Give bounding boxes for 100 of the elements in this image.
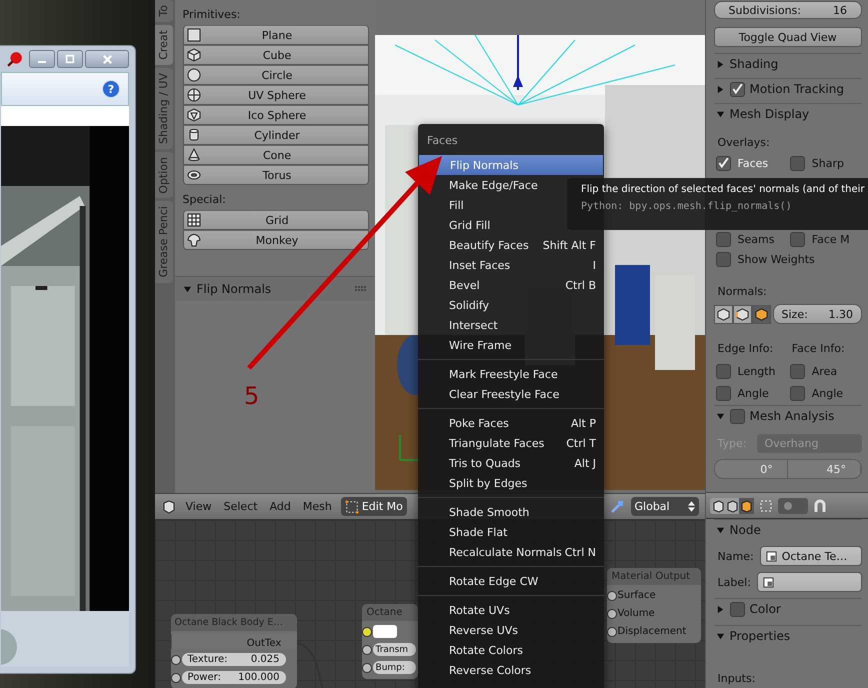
add-primitive-button[interactable]: Cube <box>182 45 369 65</box>
mode-dropdown[interactable]: Edit Mo <box>340 497 407 516</box>
color-swatch[interactable] <box>372 625 397 638</box>
add-primitive-button[interactable]: Cone <box>182 145 369 165</box>
up-down-icon <box>688 501 695 512</box>
occlude-geometry-icon[interactable] <box>758 498 774 514</box>
socket[interactable] <box>362 644 372 654</box>
panel-header[interactable]: Node <box>714 519 862 540</box>
menu-item[interactable]: Rotate Colors <box>418 640 604 660</box>
operator-panel-header[interactable]: Flip Normals <box>174 277 375 301</box>
menu-item[interactable]: Shade Smooth <box>418 502 604 522</box>
panel-header[interactable]: Color <box>714 598 862 619</box>
overlays-label: Overlays: <box>716 135 771 151</box>
checkbox[interactable] <box>716 364 731 378</box>
annotation-number: 5 <box>244 382 260 410</box>
header-menu[interactable]: View <box>182 500 215 513</box>
editor-type-icon[interactable] <box>160 498 177 514</box>
checkbox[interactable] <box>790 386 805 400</box>
menu-item[interactable]: Rotate UVs <box>418 600 604 620</box>
size-field[interactable]: Size: 1.30 <box>772 304 862 324</box>
menu-item[interactable]: Intersect <box>418 315 604 335</box>
add-primitive-button[interactable]: Grid <box>182 210 369 230</box>
menu-item[interactable]: Poke Faces Alt P <box>418 413 604 433</box>
header-menu[interactable]: Select <box>220 500 261 513</box>
help-icon[interactable]: ? <box>102 80 120 98</box>
checkbox[interactable] <box>716 232 731 246</box>
menu-item[interactable]: Beautify Faces Shift Alt F <box>418 235 604 255</box>
panel-header[interactable]: Mesh Display <box>714 103 862 124</box>
header-menu[interactable]: Mesh <box>300 500 335 513</box>
normal-toggle-button[interactable] <box>714 304 733 324</box>
checkbox[interactable] <box>790 364 805 378</box>
add-primitive-button[interactable]: Circle <box>182 65 369 85</box>
add-primitive-button[interactable]: Plane <box>182 25 369 45</box>
checkbox[interactable] <box>716 252 731 266</box>
section-label: Primitives: <box>182 7 242 23</box>
menu-item[interactable]: Solidify <box>418 295 604 315</box>
menu-item[interactable]: Bevel Ctrl B <box>418 275 604 295</box>
menu-item[interactable]: Shade Flat <box>418 522 604 542</box>
socket[interactable] <box>362 626 372 636</box>
minimize-button[interactable] <box>29 50 55 68</box>
orientation-dropdown[interactable]: Global <box>630 497 699 516</box>
socket[interactable] <box>170 654 181 664</box>
checkbox[interactable] <box>790 232 805 246</box>
add-primitive-button[interactable]: Cylinder <box>182 125 369 145</box>
menu-item[interactable]: Flip Normals <box>419 155 603 175</box>
panel-header[interactable]: Shading <box>714 53 862 74</box>
menu-item[interactable]: Reverse Colors <box>418 660 604 680</box>
menu-item[interactable]: Split by Edges <box>418 473 604 493</box>
name-field[interactable]: Octane Te… <box>760 546 862 566</box>
socket[interactable] <box>606 626 617 636</box>
node[interactable]: Octane Black Body E… OutTex Texture: 0.025 Power: 100.000 <box>170 614 297 688</box>
label-field[interactable] <box>756 572 862 592</box>
add-primitive-button[interactable]: UV Sphere <box>182 85 369 105</box>
normals-label: Normals: <box>716 284 768 300</box>
add-primitive-button[interactable]: Ico Sphere <box>182 105 369 125</box>
add-primitive-button[interactable]: Monkey <box>182 230 369 250</box>
checkbox[interactable] <box>730 602 745 616</box>
menu-item[interactable]: Tris to Quads Alt J <box>418 453 604 473</box>
checkbox[interactable] <box>730 82 745 96</box>
node[interactable]: Material Output Surface Volume Displacement <box>606 568 701 643</box>
checkbox-label: Faces <box>738 156 768 170</box>
proportional-edit-icon[interactable] <box>778 498 808 514</box>
menu-item[interactable]: Wire Frame <box>418 335 604 355</box>
magnet-icon[interactable] <box>812 498 828 514</box>
number-field[interactable]: Bump: <box>372 661 416 674</box>
manipulator-icon[interactable] <box>608 498 625 514</box>
shelf-tab[interactable]: Creat <box>154 25 173 65</box>
socket[interactable] <box>606 608 617 618</box>
menu-item[interactable]: Recalculate Normals Ctrl N <box>418 542 604 562</box>
maximize-button[interactable] <box>57 50 83 68</box>
toggle-quad-view-button[interactable]: Toggle Quad View <box>714 27 862 47</box>
header-menu[interactable]: Add <box>266 500 294 513</box>
pin-icon[interactable] <box>7 51 23 67</box>
menu-item[interactable]: Mark Freestyle Face <box>418 364 604 384</box>
checkbox[interactable] <box>716 386 731 400</box>
socket[interactable] <box>170 672 181 682</box>
number-field[interactable]: Subdivisions: 16 <box>714 1 862 19</box>
number-field[interactable]: Texture: 0.025 <box>182 653 286 666</box>
panel-header[interactable]: Properties <box>714 625 862 646</box>
menu-item[interactable]: Triangulate Faces Ctrl T <box>418 433 604 453</box>
socket[interactable] <box>606 590 617 600</box>
add-primitive-button[interactable]: Torus <box>182 165 369 185</box>
panel-header[interactable]: Motion Tracking <box>714 78 862 99</box>
menu-item[interactable]: Rotate Edge CW <box>418 571 604 591</box>
number-field[interactable]: Power: 100.000 <box>182 671 286 684</box>
checkbox-label: Show Weights <box>738 252 815 266</box>
menu-item[interactable]: Clear Freestyle Face <box>418 384 604 404</box>
grip-icon[interactable] <box>354 286 367 292</box>
menu-item[interactable]: Reverse UVs <box>418 620 604 640</box>
normal-toggle-button[interactable] <box>732 304 752 324</box>
select-mode-icon[interactable] <box>710 498 754 514</box>
number-field[interactable]: Transm <box>372 643 416 656</box>
checkbox[interactable] <box>716 156 731 170</box>
node[interactable]: Octane Transm Bump: <box>362 604 418 679</box>
socket[interactable] <box>362 662 372 672</box>
menu-item[interactable]: Inset Faces I <box>418 255 604 275</box>
circle-icon <box>186 68 201 82</box>
checkbox[interactable] <box>790 156 805 170</box>
close-button[interactable] <box>85 50 129 68</box>
normal-toggle-button[interactable] <box>752 304 771 324</box>
